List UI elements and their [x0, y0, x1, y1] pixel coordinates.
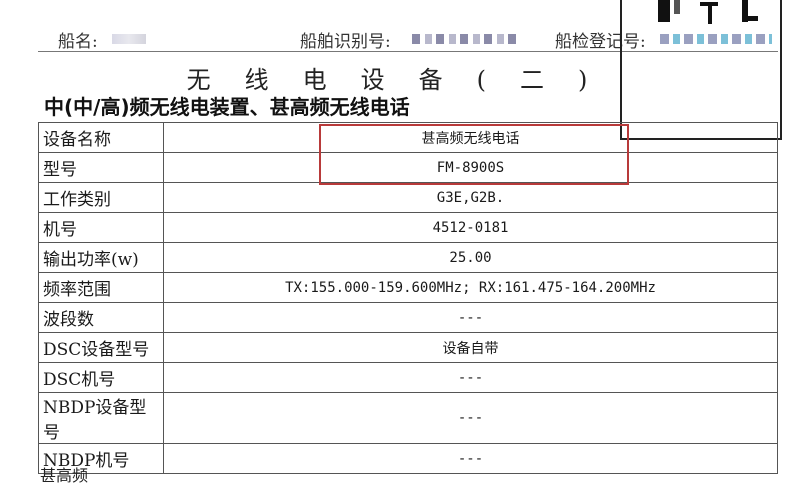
row-value: 25.00	[163, 242, 778, 273]
row-label: 型号	[38, 152, 164, 183]
table-row: NBDP机号 ---	[38, 443, 778, 474]
row-value: 设备自带	[163, 332, 778, 363]
row-value: 4512-0181	[163, 212, 778, 243]
row-value: ---	[163, 362, 778, 393]
stamp-mark	[658, 0, 670, 22]
table-row: NBDP设备型号 ---	[38, 392, 778, 444]
stamp-mark	[748, 16, 758, 21]
row-value: G3E,G2B.	[163, 182, 778, 213]
row-label: 机号	[38, 212, 164, 243]
row-label: NBDP设备型号	[38, 392, 164, 444]
row-label: 波段数	[38, 302, 164, 333]
row-value: TX:155.000-159.600MHz; RX:161.475-164.20…	[163, 272, 778, 303]
ship-id-label: 船舶识别号:	[300, 32, 391, 52]
redacted-ship-id	[412, 34, 516, 44]
row-value: ---	[163, 302, 778, 333]
stamp-mark	[674, 0, 680, 14]
row-label: 工作类别	[38, 182, 164, 213]
redacted-ship-name	[112, 34, 146, 44]
row-label: 设备名称	[38, 122, 164, 153]
stamp-mark	[708, 2, 712, 24]
section-heading: 中(中/高)频无线电装置、甚高频无线电话	[44, 95, 410, 119]
row-value: ---	[163, 392, 778, 444]
table-row: 机号 4512-0181	[38, 212, 778, 243]
table-row: 频率范围 TX:155.000-159.600MHz; RX:161.475-16…	[38, 272, 778, 303]
highlight-box	[319, 124, 629, 185]
table-row: 工作类别 G3E,G2B.	[38, 182, 778, 213]
row-value: ---	[163, 443, 778, 474]
table-row: DSC机号 ---	[38, 362, 778, 393]
row-label: DSC设备型号	[38, 332, 164, 363]
table-row: 输出功率(w) 25.00	[38, 242, 778, 273]
table-row: DSC设备型号 设备自带	[38, 332, 778, 363]
table-row: 波段数 ---	[38, 302, 778, 333]
document-title: 无线电设备(二)	[186, 66, 622, 94]
row-label: 输出功率(w)	[38, 242, 164, 273]
footer-text: 甚高频	[40, 466, 89, 485]
row-label: 频率范围	[38, 272, 164, 303]
row-label: DSC机号	[38, 362, 164, 393]
ship-name-label: 船名:	[58, 32, 98, 52]
